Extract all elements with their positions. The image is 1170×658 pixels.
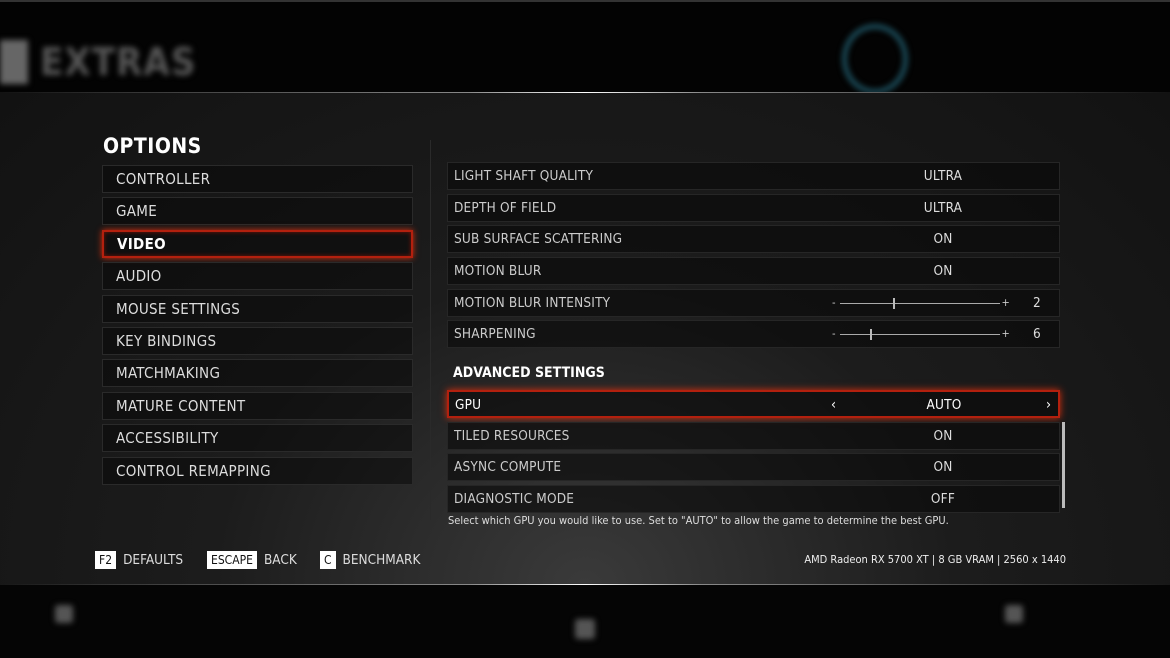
- minus-icon: -: [832, 327, 836, 341]
- setting-label: DIAGNOSTIC MODE: [454, 491, 575, 508]
- setting-label: SUB SURFACE SCATTERING: [454, 231, 623, 248]
- key-hint: C: [320, 551, 336, 569]
- slider-handle[interactable]: [892, 297, 895, 309]
- blurred-extras-title: EXTRAS: [40, 40, 197, 84]
- menu-item-audio[interactable]: AUDIO: [102, 262, 413, 291]
- setting-row-light-shaft-quality[interactable]: LIGHT SHAFT QUALITY ULTRA: [447, 162, 1060, 190]
- footer-defaults[interactable]: F2 DEFAULTS: [95, 551, 183, 569]
- setting-slider[interactable]: - +: [832, 290, 1012, 316]
- setting-label: MOTION BLUR: [454, 263, 542, 280]
- setting-label: TILED RESOURCES: [454, 427, 570, 444]
- setting-row-gpu[interactable]: GPU AUTO ‹ ›: [447, 390, 1060, 418]
- bottom-bar: [0, 585, 1170, 658]
- setting-row-tiled-resources[interactable]: TILED RESOURCES ON: [447, 421, 1060, 450]
- setting-row-async-compute[interactable]: ASYNC COMPUTE ON: [447, 453, 1060, 482]
- video-settings-list: LIGHT SHAFT QUALITY ULTRA DEPTH OF FIELD UL…: [447, 162, 1060, 352]
- setting-row-diagnostic-mode[interactable]: DIAGNOSTIC MODE OFF: [447, 485, 1060, 514]
- footer-benchmark[interactable]: C BENCHMARK: [320, 551, 420, 569]
- menu-item-controller[interactable]: CONTROLLER: [102, 165, 413, 193]
- menu-item-video[interactable]: VIDEO: [102, 229, 413, 258]
- page-title: OPTIONS: [103, 134, 202, 158]
- setting-row-motion-blur[interactable]: MOTION BLUR ON: [447, 257, 1060, 286]
- key-hint: F2: [95, 551, 117, 569]
- setting-value: 2: [1033, 294, 1041, 311]
- setting-row-motion-blur-intensity[interactable]: MOTION BLUR INTENSITY - +2: [447, 288, 1060, 317]
- setting-value: ULTRA: [923, 168, 963, 184]
- setting-value: OFF: [930, 491, 956, 508]
- setting-row-sharpening[interactable]: SHARPENING - +6: [447, 320, 1060, 349]
- slider-handle[interactable]: [870, 329, 873, 341]
- menu-item-mouse-settings[interactable]: MOUSE SETTINGS: [102, 294, 413, 323]
- setting-label: ASYNC COMPUTE: [454, 459, 562, 476]
- blurred-profile-ring-icon: [842, 24, 908, 94]
- setting-value: ON: [933, 459, 953, 476]
- plus-icon: +: [1001, 327, 1010, 341]
- setting-label: GPU: [455, 397, 482, 413]
- menu-item-game[interactable]: GAME: [102, 197, 413, 226]
- setting-row-depth-of-field[interactable]: DEPTH OF FIELD ULTRA: [447, 193, 1060, 222]
- setting-value: 6: [1033, 326, 1041, 343]
- setting-value: ON: [933, 231, 953, 248]
- divider: [0, 92, 1170, 93]
- setting-value: ON: [933, 427, 953, 444]
- options-menu: CONTROLLER GAME VIDEO AUDIO MOUSE SETTINGS KE…: [102, 165, 413, 489]
- menu-item-mature-content[interactable]: MATURE CONTENT: [102, 391, 413, 420]
- back-label: BACK: [263, 552, 297, 568]
- setting-label: SHARPENING: [454, 326, 536, 343]
- benchmark-label: BENCHMARK: [342, 552, 421, 568]
- setting-slider[interactable]: - +: [832, 321, 1012, 347]
- menu-item-key-bindings[interactable]: KEY BINDINGS: [102, 326, 413, 355]
- scrollbar[interactable]: [1062, 422, 1065, 508]
- plus-icon: +: [1001, 295, 1010, 309]
- advanced-settings-list: GPU AUTO ‹ › TILED RESOURCES ON ASYNC COMPUTE O…: [447, 390, 1060, 517]
- divider: [430, 140, 431, 520]
- footer-back[interactable]: ESCAPE BACK: [207, 551, 297, 569]
- blurred-logo: [0, 40, 28, 84]
- hardware-info: AMD Radeon RX 5700 XT | 8 GB VRAM | 2560…: [804, 553, 1066, 566]
- top-bar: EXTRAS: [0, 0, 1170, 94]
- setting-label: LIGHT SHAFT QUALITY: [454, 168, 594, 184]
- defaults-label: DEFAULTS: [123, 552, 184, 568]
- advanced-settings-heading: ADVANCED SETTINGS: [453, 365, 605, 381]
- minus-icon: -: [832, 295, 836, 309]
- setting-description: Select which GPU you would like to use. …: [448, 514, 949, 527]
- setting-row-sub-surface-scattering[interactable]: SUB SURFACE SCATTERING ON: [447, 225, 1060, 254]
- chevron-right-icon[interactable]: ›: [1046, 392, 1051, 418]
- setting-label: MOTION BLUR INTENSITY: [454, 294, 611, 311]
- setting-value: AUTO: [926, 397, 962, 413]
- key-hint: ESCAPE: [207, 551, 257, 569]
- setting-label: DEPTH OF FIELD: [454, 199, 557, 216]
- menu-item-control-remapping[interactable]: CONTROL REMAPPING: [102, 456, 413, 485]
- menu-item-matchmaking[interactable]: MATCHMAKING: [102, 359, 413, 388]
- menu-item-accessibility[interactable]: ACCESSIBILITY: [102, 424, 413, 453]
- setting-value: ULTRA: [923, 199, 963, 216]
- chevron-left-icon[interactable]: ‹: [831, 392, 836, 418]
- setting-value: ON: [933, 263, 953, 280]
